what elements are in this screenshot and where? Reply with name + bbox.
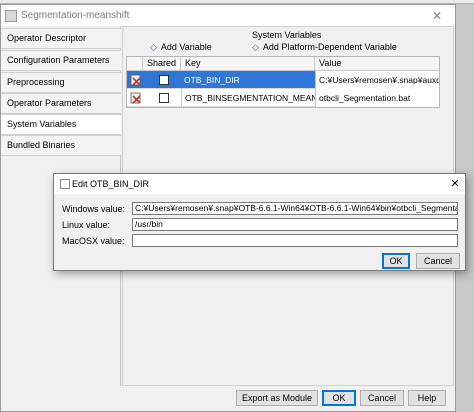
dialog-titlebar[interactable]: Edit OTB_BIN_DIR ✕ xyxy=(54,174,465,194)
variable-value[interactable]: C:¥Users¥remosen¥.snap¥auxdata... xyxy=(315,71,439,89)
main-window-titlebar[interactable]: Segmentation-meanshift ✕ xyxy=(1,5,455,27)
add-variable-label: Add Variable xyxy=(160,42,212,52)
linux-value-label: Linux value: xyxy=(62,220,111,230)
delete-variable-icon[interactable] xyxy=(130,74,142,86)
variable-value[interactable]: otbcli_Segmentation.bat xyxy=(315,89,439,107)
main-window-close-icon[interactable]: ✕ xyxy=(429,8,445,24)
dialog-close-icon[interactable]: ✕ xyxy=(448,176,462,192)
sidebar-item-bundled-binaries[interactable]: Bundled Binaries xyxy=(1,135,121,156)
ok-button[interactable]: OK xyxy=(322,390,356,406)
variable-key[interactable]: OTB_BINSEGMENTATION_MEANS... xyxy=(181,89,315,107)
delete-variable-icon[interactable] xyxy=(130,92,142,104)
cancel-button[interactable]: Cancel xyxy=(360,390,404,406)
edit-variable-dialog: Edit OTB_BIN_DIR ✕ Windows value: C:¥Use… xyxy=(53,173,466,271)
main-window-title: Segmentation-meanshift xyxy=(21,10,130,21)
dialog-app-icon xyxy=(60,179,70,189)
windows-value-input[interactable]: C:¥Users¥remosen¥.snap¥OTB-6.6.1-Win64¥O… xyxy=(132,202,458,215)
system-variables-title: System Variables xyxy=(252,30,322,40)
shared-checkbox[interactable] xyxy=(159,75,169,85)
variable-key[interactable]: OTB_BIN_DIR xyxy=(181,71,315,89)
variables-table: Shared Key Value OTB_BIN_DIR C:¥Users¥re… xyxy=(126,56,440,108)
sidebar-item-operator-parameters[interactable]: Operator Parameters xyxy=(1,93,121,114)
sidebar-item-operator-descriptor[interactable]: Operator Descriptor xyxy=(1,28,121,49)
macosx-value-input[interactable] xyxy=(132,234,458,247)
table-row[interactable]: OTB_BINSEGMENTATION_MEANS... otbcli_Segm… xyxy=(127,89,439,107)
add-icon: ◇ xyxy=(150,42,157,52)
sidebar-item-system-variables[interactable]: System Variables xyxy=(1,114,121,135)
add-icon: ◇ xyxy=(252,42,259,52)
app-icon xyxy=(5,10,17,22)
sidebar-item-preprocessing[interactable]: Preprocessing xyxy=(1,72,121,93)
shared-checkbox[interactable] xyxy=(159,93,169,103)
export-as-module-button[interactable]: Export as Module xyxy=(236,390,318,406)
macosx-value-label: MacOSX value: xyxy=(62,236,125,246)
dialog-title: Edit OTB_BIN_DIR xyxy=(72,179,150,189)
table-header-key[interactable]: Key xyxy=(181,57,315,71)
table-header-shared[interactable]: Shared xyxy=(143,57,181,71)
table-row[interactable]: OTB_BIN_DIR C:¥Users¥remosen¥.snap¥auxda… xyxy=(127,71,439,89)
add-variable-button[interactable]: ◇ Add Variable xyxy=(150,42,212,53)
table-header-value[interactable]: Value xyxy=(315,57,439,71)
windows-value-label: Windows value: xyxy=(62,204,126,214)
linux-value-input[interactable]: /usr/bin xyxy=(132,218,458,231)
table-header-blank xyxy=(127,57,143,71)
add-platform-variable-label: Add Platform-Dependent Variable xyxy=(262,42,397,52)
add-platform-variable-button[interactable]: ◇ Add Platform-Dependent Variable xyxy=(252,42,397,53)
dialog-ok-button[interactable]: OK xyxy=(382,253,410,269)
sidebar-item-configuration-parameters[interactable]: Configuration Parameters xyxy=(1,50,121,71)
help-button[interactable]: Help xyxy=(408,390,446,406)
dialog-cancel-button[interactable]: Cancel xyxy=(416,253,460,269)
